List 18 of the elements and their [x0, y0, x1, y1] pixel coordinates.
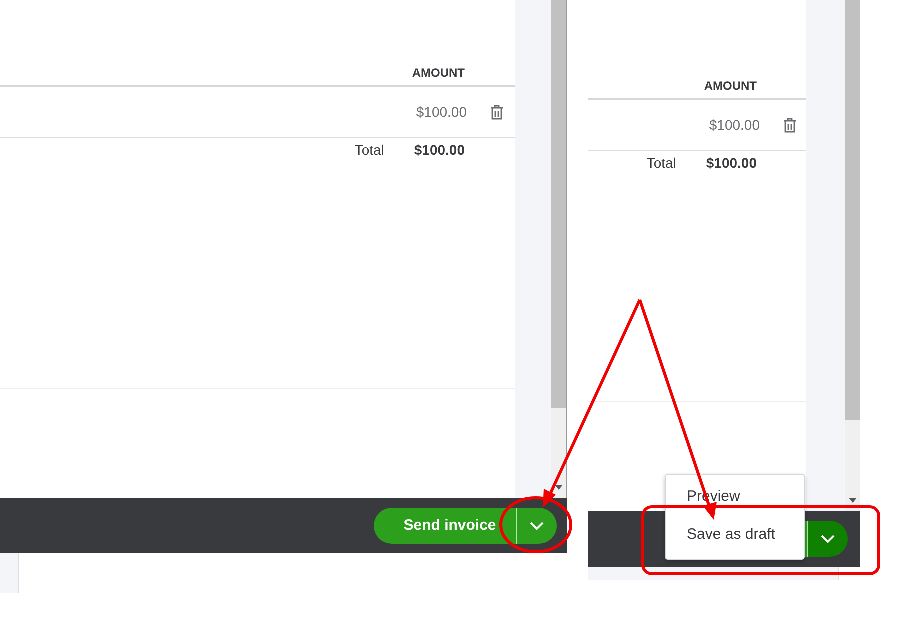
total-label: Total	[354, 142, 384, 158]
panel-background	[0, 553, 19, 593]
menu-item[interactable]: Save as draft	[666, 515, 804, 553]
trash-icon[interactable]	[783, 118, 797, 132]
total-value: $100.00	[706, 155, 757, 171]
dropdown-button[interactable]	[808, 521, 848, 557]
total-label: Total	[646, 155, 676, 171]
chevron-icon	[821, 535, 835, 543]
column-header: AMOUNT	[704, 78, 757, 92]
trash-icon[interactable]	[490, 104, 504, 120]
scrollbar[interactable]	[845, 0, 860, 511]
amount-cell: $100.00	[416, 104, 467, 120]
dropdown-button[interactable]	[517, 508, 557, 544]
chevron-icon	[530, 522, 544, 530]
scrollbar[interactable]	[551, 0, 566, 498]
amount-cell: $100.00	[709, 117, 760, 133]
total-value: $100.00	[414, 142, 465, 158]
column-header: AMOUNT	[412, 66, 465, 80]
